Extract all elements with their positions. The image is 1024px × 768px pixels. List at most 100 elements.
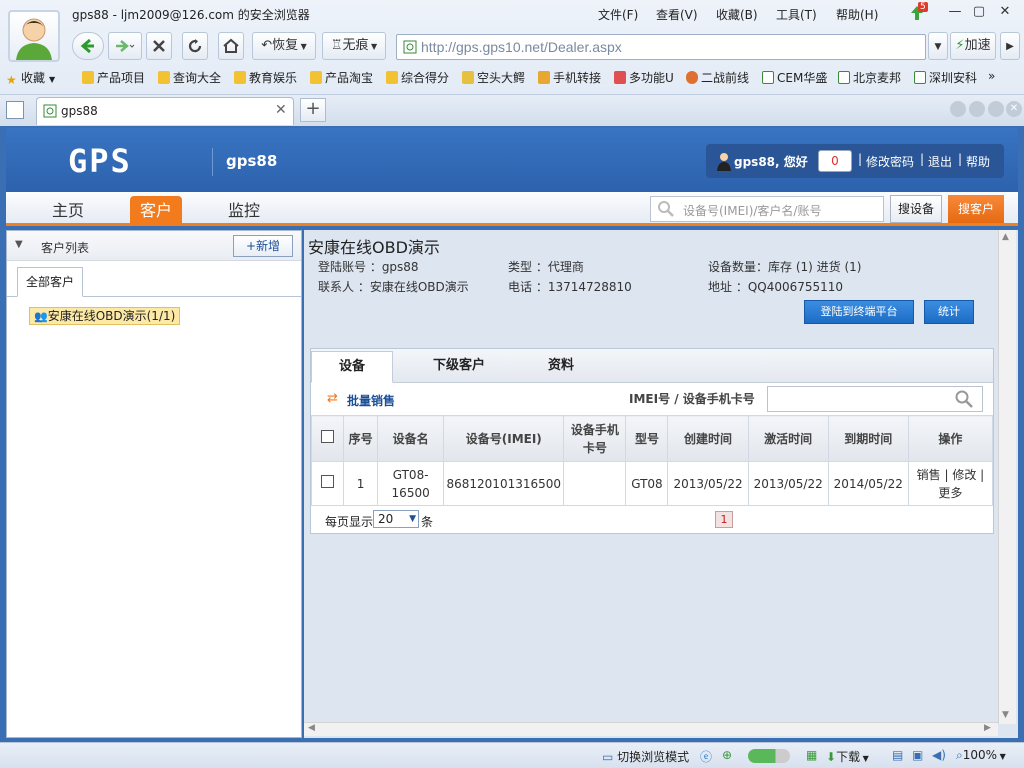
tree-item-customer[interactable]: 👥安康在线OBD演示(1/1) xyxy=(29,307,181,325)
search-customer-button[interactable]: 搜客户 xyxy=(948,195,1004,223)
tab-scroll-left-icon[interactable] xyxy=(950,101,966,117)
page-size-select[interactable]: 20 ▼ xyxy=(373,510,419,528)
bookmark-item[interactable]: 北京麦邦 xyxy=(838,69,901,86)
search-device-button[interactable]: 搜设备 xyxy=(890,195,942,223)
nav-tab-home[interactable]: 主页 xyxy=(40,196,96,226)
back-button[interactable] xyxy=(72,32,104,60)
logout-link[interactable]: 退出 xyxy=(928,153,952,170)
bookmark-item[interactable]: 产品项目 xyxy=(82,69,145,86)
col-header[interactable]: 设备名 xyxy=(377,415,445,462)
scroll-up-icon[interactable]: ▲ xyxy=(1002,232,1009,242)
horizontal-scrollbar[interactable]: ◀ ▶ xyxy=(304,722,998,736)
bookmark-item[interactable]: 综合得分 xyxy=(386,69,449,86)
collapse-icon[interactable]: ▼ xyxy=(15,239,23,250)
row-checkbox[interactable] xyxy=(321,474,335,488)
accelerate-button[interactable]: ⚡加速 xyxy=(950,32,996,60)
change-password-link[interactable]: 修改密码 xyxy=(866,153,914,170)
bookmark-item[interactable]: 二战前线 xyxy=(686,69,749,86)
menu-favorites[interactable]: 收藏(B) xyxy=(716,6,758,23)
close-all-tabs-icon[interactable]: ✕ xyxy=(1006,101,1022,117)
minimize-button[interactable]: — xyxy=(944,4,966,22)
device-count: 设备数量：库存 (1) 进货 (1) xyxy=(708,260,862,274)
page-button-current[interactable]: 1 xyxy=(715,511,733,528)
help-link[interactable]: 帮助 xyxy=(966,153,990,170)
tab-sub-customers[interactable]: 下级客户 xyxy=(411,351,507,383)
menu-file[interactable]: 文件(F) xyxy=(598,6,638,23)
login-platform-button[interactable]: 登陆到终端平台 xyxy=(804,300,914,324)
bookmark-item[interactable]: 产品淘宝 xyxy=(310,69,373,86)
stats-button[interactable]: 统计 xyxy=(924,300,974,324)
col-header[interactable]: 设备号(IMEI) xyxy=(443,415,565,462)
cell-operations[interactable]: 销售 | 修改 | 更多 xyxy=(907,461,994,506)
batch-sale-link[interactable]: 批量销售 xyxy=(347,392,395,409)
tab-scroll-right-icon[interactable] xyxy=(969,101,985,117)
address-bar[interactable]: http://gps.gps10.net/Dealer.aspx xyxy=(396,34,926,60)
search-icon[interactable] xyxy=(954,389,974,409)
scroll-left-icon[interactable]: ◀ xyxy=(308,723,315,733)
user-avatar[interactable] xyxy=(8,10,60,62)
col-header[interactable]: 激活时间 xyxy=(747,415,829,462)
col-header[interactable]: 创建时间 xyxy=(667,415,749,462)
ie-icon[interactable]: ⓔ xyxy=(700,748,712,765)
title-bar: gps88 - ljm2009@126.com 的安全浏览器 文件(F) 查看(… xyxy=(70,0,1024,30)
refresh-button[interactable] xyxy=(182,32,208,60)
stop-button[interactable] xyxy=(146,32,172,60)
incognito-button[interactable]: ♖无痕 ▼ xyxy=(322,32,386,60)
scroll-right-icon[interactable]: ▶ xyxy=(984,723,991,733)
switch-mode-button[interactable]: ▭ 切换浏览模式 xyxy=(602,748,689,765)
bookmark-item[interactable]: 多功能U xyxy=(614,69,674,86)
new-tab-button[interactable]: + xyxy=(300,98,326,122)
sidebar-toggle-icon[interactable] xyxy=(6,101,24,119)
browser-tab-active[interactable]: gps88 ✕ xyxy=(36,97,294,125)
menu-view[interactable]: 查看(V) xyxy=(656,6,698,23)
scroll-down-icon[interactable]: ▼ xyxy=(1002,710,1009,720)
calendar-icon[interactable]: ▦ xyxy=(806,748,817,762)
nav-tab-monitor[interactable]: 监控 xyxy=(216,196,272,226)
menu-tools[interactable]: 工具(T) xyxy=(776,6,817,23)
add-customer-button[interactable]: +新增 xyxy=(233,235,293,257)
download-button[interactable]: ⬇下载 ▼ xyxy=(826,748,869,765)
close-tab-icon[interactable]: ✕ xyxy=(275,102,287,118)
tab-list-icon[interactable] xyxy=(988,101,1004,117)
nav-tab-customers[interactable]: 客户 xyxy=(130,196,182,226)
message-count[interactable]: 0 xyxy=(818,150,852,172)
account-name: gps88 xyxy=(226,152,278,170)
col-header[interactable]: 设备手机卡号 xyxy=(563,415,627,462)
select-all-checkbox[interactable] xyxy=(321,429,335,443)
update-icon[interactable]: 5 xyxy=(906,2,928,22)
menu-help[interactable]: 帮助(H) xyxy=(836,6,878,23)
tab-all-customers[interactable]: 全部客户 xyxy=(17,267,83,297)
forward-button[interactable] xyxy=(108,32,142,60)
speed-indicator-icon[interactable] xyxy=(748,749,790,763)
vertical-scrollbar[interactable]: ▲ ▼ xyxy=(998,230,1016,724)
close-window-button[interactable]: ✕ xyxy=(994,4,1016,22)
device-table: 序号 设备名 设备号(IMEI) 设备手机卡号 型号 创建时间 激活时间 到期时… xyxy=(310,415,994,506)
bookmark-item[interactable]: 查询大全 xyxy=(158,69,221,86)
clipboard-icon[interactable]: ▣ xyxy=(912,748,923,762)
tab-devices[interactable]: 设备 xyxy=(311,351,393,383)
zoom-control[interactable]: ⌕100% ▼ xyxy=(956,748,1006,763)
col-header[interactable]: 型号 xyxy=(625,415,669,462)
col-header[interactable]: 到期时间 xyxy=(827,415,909,462)
shield-icon[interactable]: ⊕ xyxy=(722,748,732,762)
restore-button[interactable]: ↶恢复 ▼ xyxy=(252,32,316,60)
address-dropdown-button[interactable]: ▼ xyxy=(928,32,948,60)
volume-icon[interactable]: ◀) xyxy=(932,748,946,762)
home-button[interactable] xyxy=(218,32,244,60)
tab-profile[interactable]: 资料 xyxy=(519,351,603,383)
bookmark-item[interactable]: 手机转接 xyxy=(538,69,601,86)
col-header[interactable]: 序号 xyxy=(343,415,379,462)
search-input[interactable]: 设备号(IMEI)/客户名/账号 xyxy=(650,196,884,222)
bookmark-item[interactable]: 空头大鳄 xyxy=(462,69,525,86)
table-row[interactable]: 1 GT08-16500 868120101316500 GT08 2013/0… xyxy=(310,461,994,506)
go-button[interactable]: ▶ xyxy=(1000,32,1020,60)
maximize-button[interactable]: ▢ xyxy=(968,4,990,22)
bookmark-item[interactable]: CEM华盛 xyxy=(762,69,827,86)
imei-search-input[interactable] xyxy=(767,386,983,412)
bookmark-favorites[interactable]: ★ 收藏 ▼ xyxy=(6,69,55,87)
bookmark-item[interactable]: 深圳安科 xyxy=(914,69,977,86)
chevron-down-icon: ▼ xyxy=(298,42,307,51)
bookmark-item[interactable]: 教育娱乐 xyxy=(234,69,297,86)
bookmarks-overflow-button[interactable]: » xyxy=(988,69,995,83)
document-icon[interactable]: ▤ xyxy=(892,748,903,762)
